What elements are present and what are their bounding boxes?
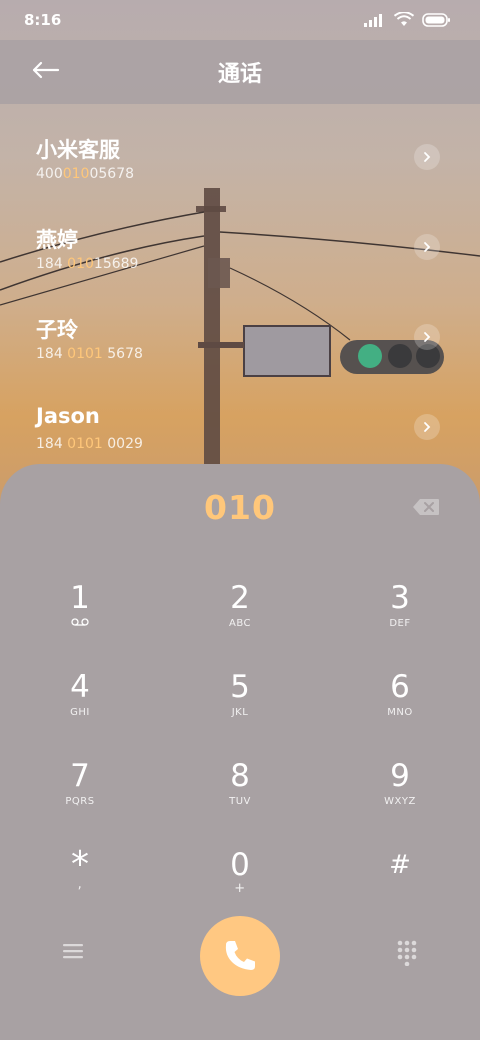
backspace-icon[interactable]: [412, 498, 440, 516]
contact-name: 子玲: [36, 318, 78, 342]
contact-number: 184 01015689: [36, 256, 139, 272]
key-5[interactable]: 5 JKL: [180, 669, 300, 749]
match-highlight: 010: [67, 256, 94, 272]
match-highlight: 0101: [67, 346, 103, 362]
contact-item[interactable]: Jason 184 0101 0029: [0, 374, 480, 464]
key-7[interactable]: 7 PQRS: [20, 758, 140, 838]
key-3[interactable]: 3 DEF: [340, 580, 460, 660]
contact-number: 184 0101 0029: [36, 436, 143, 452]
chevron-right-icon: [424, 152, 431, 162]
phone-icon: [225, 941, 255, 970]
status-icons: [364, 12, 450, 27]
contact-detail-button[interactable]: [414, 324, 440, 350]
key-8[interactable]: 8 TUV: [180, 758, 300, 838]
key-9[interactable]: 9 WXYZ: [340, 758, 460, 838]
title-bar: 通话: [0, 40, 480, 104]
voicemail-icon: [20, 618, 140, 629]
menu-icon[interactable]: [62, 942, 84, 960]
contact-detail-button[interactable]: [414, 414, 440, 440]
key-6[interactable]: 6 MNO: [340, 669, 460, 749]
contact-name: 小米客服: [36, 138, 120, 162]
key-star[interactable]: * ,: [20, 847, 140, 927]
chevron-right-icon: [424, 242, 431, 252]
contact-number: 40001005678: [36, 166, 135, 182]
contact-name: 燕婷: [36, 228, 78, 252]
page-title: 通话: [217, 62, 262, 87]
status-time: 8:16: [24, 11, 62, 29]
contact-item[interactable]: 小米客服 40001005678: [0, 104, 480, 194]
chevron-right-icon: [424, 332, 431, 342]
contact-number: 184 0101 5678: [36, 346, 143, 362]
key-hash[interactable]: #: [340, 847, 460, 927]
call-button[interactable]: [200, 916, 280, 996]
key-4[interactable]: 4 GHI: [20, 669, 140, 749]
contact-detail-button[interactable]: [414, 234, 440, 260]
wifi-icon: [394, 12, 414, 26]
battery-icon: [422, 12, 450, 27]
contact-detail-button[interactable]: [414, 144, 440, 170]
contact-name: Jason: [36, 404, 100, 428]
match-highlight: 010: [62, 166, 90, 182]
dialpad-grid-icon[interactable]: [396, 940, 418, 966]
dialpad-sheet: 010 1 2 ABC 3 DEF 4 GHI 5 JKL 6 MNO 7 PQ…: [0, 464, 480, 1040]
match-highlight: 0101: [67, 436, 103, 452]
key-2[interactable]: 2 ABC: [180, 580, 300, 660]
key-1[interactable]: 1: [20, 580, 140, 660]
status-bar: 8:16: [0, 0, 480, 40]
contact-item[interactable]: 燕婷 184 01015689: [0, 194, 480, 284]
key-0[interactable]: 0 +: [180, 847, 300, 927]
chevron-right-icon: [424, 422, 431, 432]
dialed-number[interactable]: 010: [0, 488, 480, 527]
contact-item[interactable]: 子玲 184 0101 5678: [0, 284, 480, 374]
signal-icon: [364, 13, 382, 27]
dialer-screen: 8:16 通话 小米客服 40001005678 燕婷 184 01015689…: [0, 0, 480, 1040]
